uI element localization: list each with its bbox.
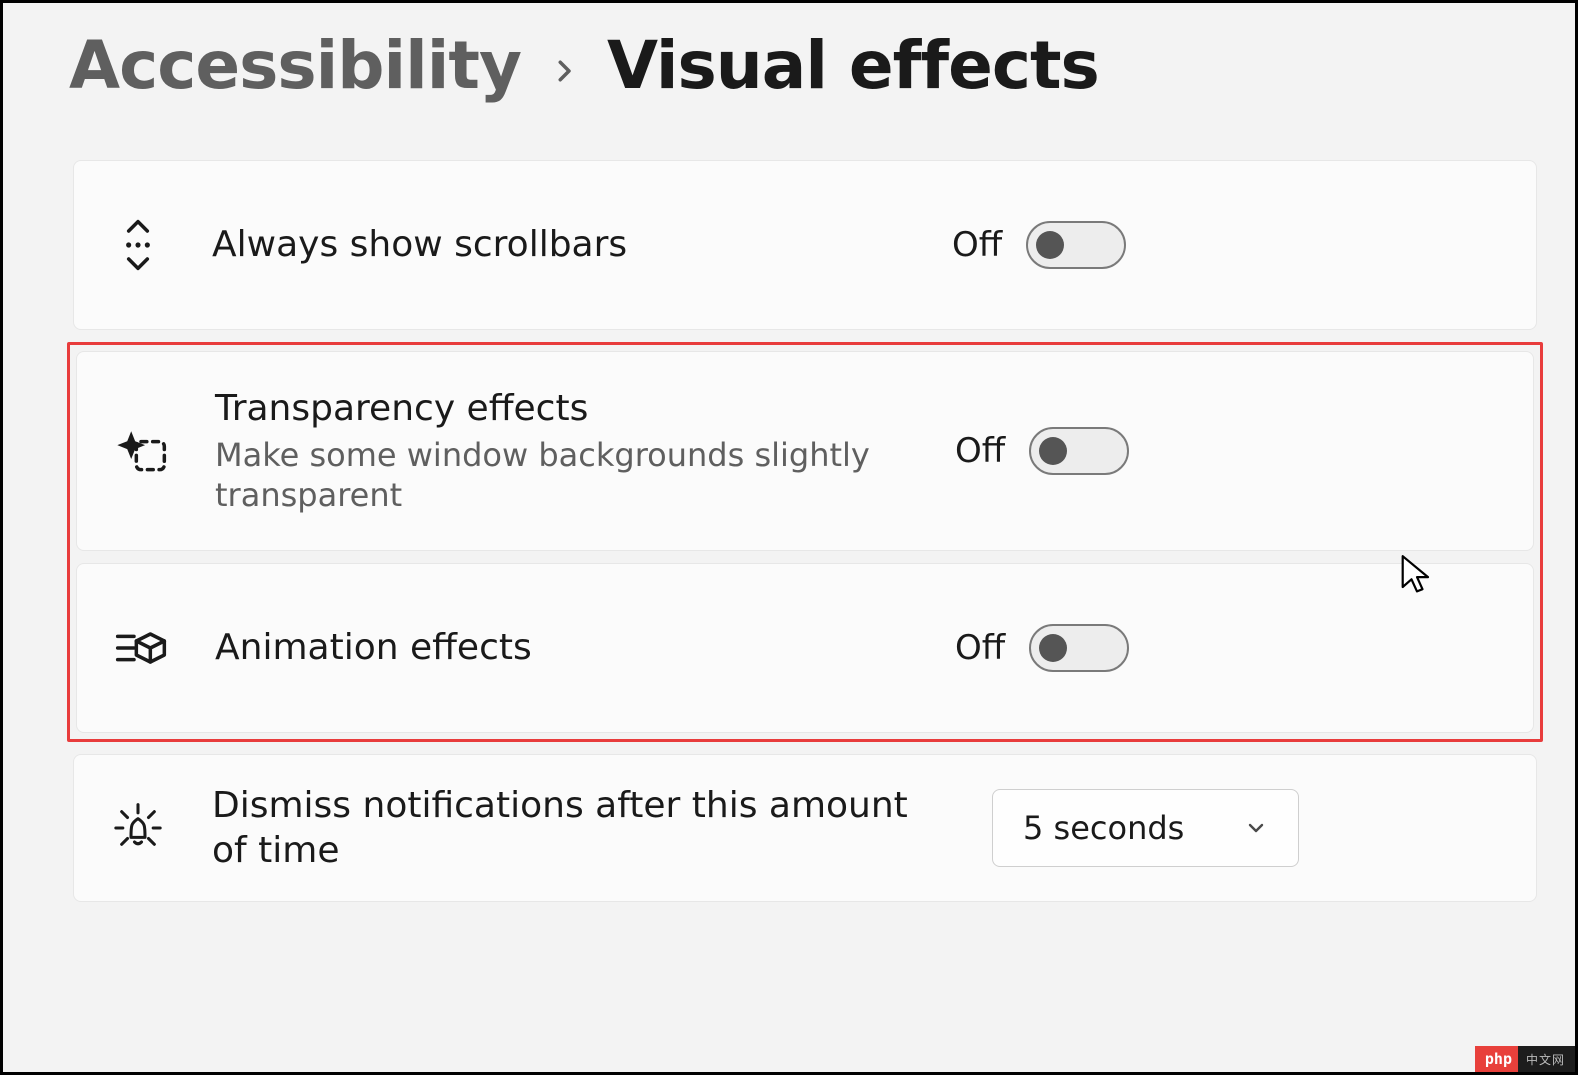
setting-title: Animation effects xyxy=(215,626,915,669)
setting-row-dismiss-notifications: Dismiss notifications after this amount … xyxy=(73,754,1537,902)
dismiss-duration-dropdown[interactable]: 5 seconds xyxy=(992,789,1299,867)
setting-title: Always show scrollbars xyxy=(212,223,912,266)
toggle-state-label: Off xyxy=(955,431,1005,471)
toggle-animation[interactable] xyxy=(1029,624,1129,672)
toggle-transparency[interactable] xyxy=(1029,427,1129,475)
chevron-right-icon xyxy=(549,47,579,96)
dropdown-value: 5 seconds xyxy=(1023,809,1184,847)
breadcrumb-parent[interactable]: Accessibility xyxy=(69,27,521,104)
breadcrumb: Accessibility Visual effects xyxy=(69,27,1537,104)
scrollbars-icon xyxy=(104,217,172,273)
toggle-scrollbars[interactable] xyxy=(1026,221,1126,269)
animation-icon xyxy=(107,620,175,676)
page-title: Visual effects xyxy=(607,27,1099,104)
settings-page: Accessibility Visual effects Always show… xyxy=(0,0,1578,1075)
highlighted-settings-group: Transparency effects Make some window ba… xyxy=(67,342,1543,742)
toggle-state-label: Off xyxy=(955,628,1005,668)
setting-title: Transparency effects xyxy=(215,387,915,430)
watermark-right: 中文网 xyxy=(1518,1046,1575,1072)
setting-row-scrollbars: Always show scrollbars Off xyxy=(73,160,1537,330)
setting-subtitle: Make some window backgrounds slightly tr… xyxy=(215,435,915,515)
settings-list: Always show scrollbars Off Transparency … xyxy=(73,160,1537,902)
setting-row-animation: Animation effects Off xyxy=(76,563,1534,733)
toggle-state-label: Off xyxy=(952,225,1002,265)
setting-title: Dismiss notifications after this amount … xyxy=(212,783,952,873)
transparency-icon xyxy=(107,423,175,479)
watermark: php 中文网 xyxy=(1475,1046,1575,1072)
setting-row-transparency: Transparency effects Make some window ba… xyxy=(76,351,1534,551)
chevron-down-icon xyxy=(1244,816,1268,840)
notification-timer-icon xyxy=(104,800,172,856)
watermark-left: php xyxy=(1475,1046,1518,1072)
